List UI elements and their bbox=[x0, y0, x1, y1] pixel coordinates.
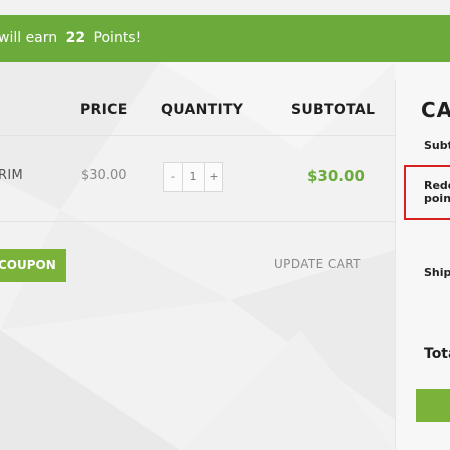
notice-prefix: will earn bbox=[0, 30, 58, 46]
column-header-subtotal: SUBTOTAL bbox=[291, 102, 376, 118]
column-header-quantity: QUANTITY bbox=[161, 102, 244, 118]
points-notice-bar: will earn 22 Points! bbox=[0, 15, 450, 62]
update-cart-button[interactable]: UPDATE CART bbox=[274, 257, 361, 271]
apply-coupon-button[interactable]: COUPON bbox=[0, 249, 66, 282]
totals-subtotal-label: Subt bbox=[424, 139, 450, 152]
notice-points: 22 bbox=[65, 30, 86, 46]
redeem-points-label: Rede bbox=[424, 179, 450, 192]
product-price: $30.00 bbox=[81, 168, 127, 183]
totals-shipping-label: Ship bbox=[424, 266, 450, 279]
quantity-increase-button[interactable]: + bbox=[204, 163, 223, 191]
product-name[interactable]: RIM bbox=[0, 168, 23, 183]
cart-totals-title: CA bbox=[421, 98, 450, 122]
apply-coupon-label: COUPON bbox=[0, 258, 56, 272]
quantity-input[interactable]: 1 bbox=[183, 163, 203, 191]
quantity-stepper: - 1 + bbox=[163, 162, 223, 192]
proceed-to-checkout-button[interactable] bbox=[416, 389, 450, 422]
notice-suffix: Points! bbox=[93, 30, 142, 46]
column-header-price: PRICE bbox=[80, 102, 128, 118]
cart-totals-divider bbox=[395, 80, 396, 450]
totals-total-label: Tota bbox=[424, 346, 450, 362]
quantity-decrease-button[interactable]: - bbox=[164, 163, 183, 191]
table-header-divider bbox=[0, 135, 395, 136]
redeem-points-label-line2: poin bbox=[424, 192, 450, 205]
row-subtotal: $30.00 bbox=[307, 167, 365, 185]
table-row-divider bbox=[0, 221, 395, 222]
background-pattern bbox=[0, 0, 450, 450]
redeem-points-highlight[interactable]: Rede poin bbox=[404, 165, 450, 220]
